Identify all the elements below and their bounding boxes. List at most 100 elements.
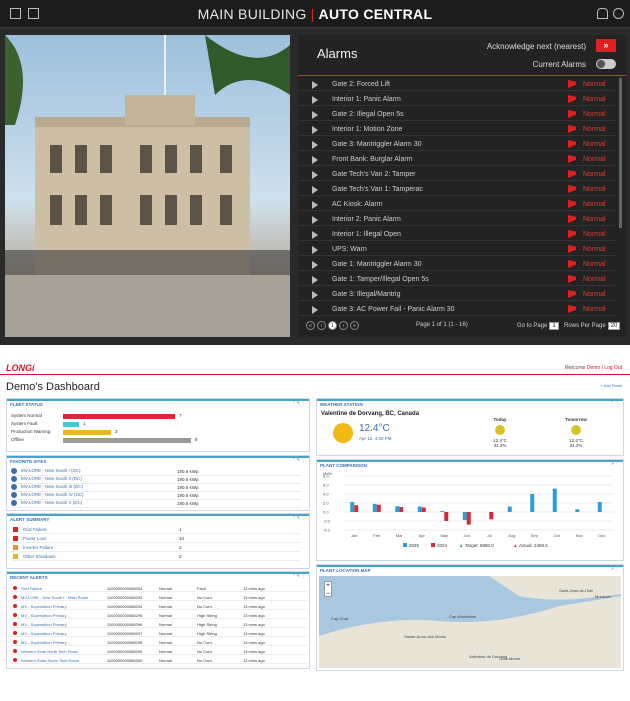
- table-row[interactable]: MV - Superstition Primary 110000000006829…: [11, 638, 307, 646]
- alert-summary-row[interactable]: Inverter Failure 2: [11, 544, 301, 552]
- flag-icon[interactable]: [568, 260, 576, 268]
- alert-label[interactable]: Power Loss: [23, 536, 47, 541]
- site-name[interactable]: MV-LORE - New South IV (DC): [21, 492, 84, 497]
- flag-icon[interactable]: [568, 110, 576, 118]
- acknowledge-button[interactable]: »: [596, 39, 616, 52]
- favorite-site-row[interactable]: MV-LORE - New South IV (DC) 190.6 kWp: [11, 492, 301, 500]
- flag-icon[interactable]: [568, 125, 576, 133]
- play-icon[interactable]: [312, 96, 318, 104]
- site-name[interactable]: MV-LORE - New South I (DC): [21, 468, 81, 473]
- site-name[interactable]: MV-LORE - New South III (DC): [21, 484, 83, 489]
- panel-actions-icon[interactable]: ↗ ⋮: [611, 566, 619, 571]
- alarm-row[interactable]: Gate 3: Mantriggler Alarm 30 Normal: [298, 136, 616, 151]
- alarm-row[interactable]: Gate Tech's Van 1: Tamperac Normal: [298, 181, 616, 196]
- play-icon[interactable]: [312, 291, 318, 299]
- rows-select[interactable]: 20: [607, 322, 621, 330]
- favorite-site-row[interactable]: MV-LORE - New South I (DC) 190.6 kWp: [11, 468, 301, 476]
- panel-actions-icon[interactable]: ⌃ ⋮: [611, 400, 619, 405]
- panel-actions-icon[interactable]: ⌃ ✎ ⋮: [292, 573, 305, 578]
- flag-icon[interactable]: [568, 95, 576, 103]
- table-cell: 1100000000068294: [107, 604, 143, 609]
- play-icon[interactable]: [312, 276, 318, 284]
- alert-label[interactable]: Other Shutdown: [23, 554, 56, 559]
- goto-select[interactable]: 1: [549, 322, 559, 330]
- flag-icon[interactable]: [568, 245, 576, 253]
- prev-page-icon[interactable]: ‹: [317, 321, 326, 330]
- favorite-site-row[interactable]: MV-LORE - New South III (DC) 190.6 kWp: [11, 484, 301, 492]
- favorite-site-row[interactable]: MV-LORE - New South II (DC) 190.6 kWp: [11, 476, 301, 484]
- play-icon[interactable]: [312, 141, 318, 149]
- first-page-icon[interactable]: «: [306, 321, 315, 330]
- next-page-icon[interactable]: ›: [339, 321, 348, 330]
- logout-link[interactable]: Log Out: [604, 365, 622, 371]
- map-label: Sainte-Anne-des-Monts: [404, 634, 447, 639]
- alarm-row[interactable]: Gate 1: Mantriggler Alarm 30 Normal: [298, 256, 616, 271]
- alert-label[interactable]: Inverter Failure: [23, 545, 53, 550]
- alarm-row[interactable]: AC Kiosk: Alarm Normal: [298, 196, 616, 211]
- play-icon[interactable]: [312, 246, 318, 254]
- alarm-row[interactable]: Interior 1: Motion Zone Normal: [298, 121, 616, 136]
- alarm-row[interactable]: Interior 1: Panic Alarm Normal: [298, 91, 616, 106]
- alarm-row[interactable]: Gate 2: Illegal Open 5s Normal: [298, 106, 616, 121]
- alarm-row[interactable]: Interior 1: Illegal Open Normal: [298, 226, 616, 241]
- favorite-site-row[interactable]: MV-LORE - New South V (DC) 190.6 kWp: [11, 500, 301, 508]
- table-row[interactable]: MV - Superstition Primary 110000000006829…: [11, 629, 307, 637]
- alarm-row[interactable]: Gate 2: Forced Lift Normal: [298, 76, 616, 91]
- flag-icon[interactable]: [568, 140, 576, 148]
- gear-icon[interactable]: [613, 8, 624, 19]
- alarm-row[interactable]: UPS: Warn Normal: [298, 241, 616, 256]
- flag-icon[interactable]: [568, 305, 576, 313]
- alert-label[interactable]: Grid Failure: [23, 527, 47, 532]
- alarm-row[interactable]: Gate Tech's Van 2: Tamper Normal: [298, 166, 616, 181]
- alarm-row[interactable]: Gate 3: Illegal/Mantrig Normal: [298, 286, 616, 301]
- play-icon[interactable]: [312, 231, 318, 239]
- table-row[interactable]: MV - Superstition Primary 110000000006829…: [11, 620, 307, 628]
- play-icon[interactable]: [312, 306, 318, 314]
- flag-icon[interactable]: [568, 230, 576, 238]
- table-row[interactable]: Western Solar South Tech Room 11000000000…: [11, 656, 307, 664]
- site-name[interactable]: MV-LORE - New South II (DC): [21, 476, 82, 481]
- last-page-icon[interactable]: »: [350, 321, 359, 330]
- panel-actions-icon[interactable]: ↗ ⋮: [611, 461, 619, 466]
- play-icon[interactable]: [312, 126, 318, 134]
- table-row[interactable]: Grid Failure 1100000000068004 Normal Fault 1…: [11, 584, 307, 592]
- panel-actions-icon[interactable]: ⌃ ✎ ⋮: [292, 400, 305, 405]
- scrollbar[interactable]: [619, 78, 622, 228]
- table-row[interactable]: MV - Superstition Primary 110000000006829…: [11, 611, 307, 619]
- alarm-row[interactable]: Gate 3: AC Power Fail - Panic Alarm 30 No…: [298, 301, 616, 316]
- flag-icon[interactable]: [568, 155, 576, 163]
- alarm-row[interactable]: Gate 1: Tamper/Illegal Open 5s Normal: [298, 271, 616, 286]
- play-icon[interactable]: [312, 81, 318, 89]
- play-icon[interactable]: [312, 171, 318, 179]
- flag-icon[interactable]: [568, 200, 576, 208]
- flag-icon[interactable]: [568, 290, 576, 298]
- map[interactable]: + − Cap-Chat Sainte-Anne-des-Monts Cap-Made…: [319, 576, 621, 668]
- site-name[interactable]: MV-LORE - New South V (DC): [21, 500, 82, 505]
- alarm-row[interactable]: Front Bank: Burglar Alarm Normal: [298, 151, 616, 166]
- alert-summary-row[interactable]: Grid Failure 1: [11, 526, 301, 534]
- panel-actions-icon[interactable]: ⌃ ✎ ⋮: [292, 515, 305, 520]
- flag-icon[interactable]: [568, 275, 576, 283]
- add-panel-link[interactable]: + Add Panel: [600, 383, 622, 388]
- table-row[interactable]: MV-LORE - New South I - Main Room 1100000…: [11, 593, 307, 601]
- play-icon[interactable]: [312, 156, 318, 164]
- play-icon[interactable]: [312, 261, 318, 269]
- panel-actions-icon[interactable]: ⌃ ✎ ⋮: [292, 457, 305, 462]
- flag-icon[interactable]: [568, 215, 576, 223]
- table-row[interactable]: Western Solar North Tech Room 11000000000…: [11, 647, 307, 655]
- bell-icon[interactable]: [597, 8, 608, 19]
- flag-icon[interactable]: [568, 80, 576, 88]
- play-icon[interactable]: [312, 216, 318, 224]
- zoom-controls[interactable]: + −: [324, 581, 332, 597]
- table-row[interactable]: MV - Superstition Primary 110000000006829…: [11, 602, 307, 610]
- current-alarms-toggle[interactable]: [596, 59, 616, 69]
- alert-summary-row[interactable]: Power Loss 10: [11, 535, 301, 543]
- flag-icon[interactable]: [568, 170, 576, 178]
- alarm-row[interactable]: Interior 2: Panic Alarm Normal: [298, 211, 616, 226]
- play-icon[interactable]: [312, 201, 318, 209]
- page-1-button[interactable]: 1: [328, 321, 337, 330]
- play-icon[interactable]: [312, 186, 318, 194]
- flag-icon[interactable]: [568, 185, 576, 193]
- alert-summary-row[interactable]: Other Shutdown 2: [11, 553, 301, 561]
- play-icon[interactable]: [312, 111, 318, 119]
